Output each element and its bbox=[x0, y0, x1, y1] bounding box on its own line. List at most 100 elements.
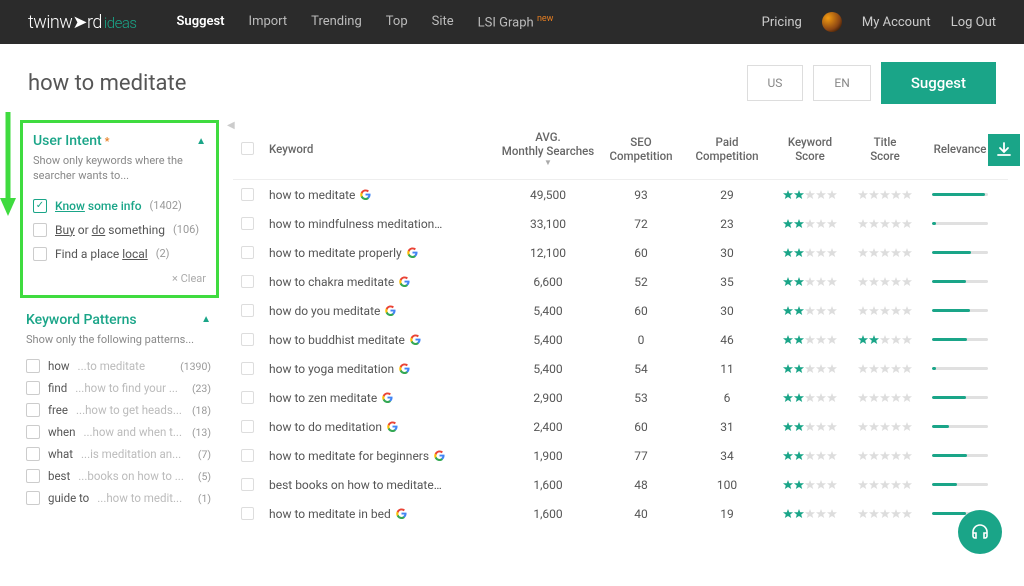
paid-cell: 19 bbox=[684, 507, 770, 521]
support-fab[interactable] bbox=[958, 510, 1002, 554]
nav-import[interactable]: Import bbox=[249, 14, 288, 30]
relevance-cell bbox=[920, 367, 1000, 370]
seo-cell: 60 bbox=[598, 246, 684, 260]
keyword-score-cell bbox=[770, 248, 850, 258]
checkbox[interactable]: ✓ bbox=[33, 199, 47, 213]
pattern-filter-item[interactable]: find ...how to find your ...(23) bbox=[26, 377, 211, 399]
title-score-cell bbox=[850, 509, 920, 519]
col-seo-competition[interactable]: SEOCompetition bbox=[598, 135, 684, 163]
row-checkbox[interactable] bbox=[241, 507, 254, 520]
checkbox[interactable] bbox=[26, 403, 40, 417]
row-checkbox[interactable] bbox=[241, 246, 254, 259]
row-checkbox[interactable] bbox=[241, 449, 254, 462]
checkbox[interactable] bbox=[26, 425, 40, 439]
table-row[interactable]: how to chakra meditate 6,600 52 35 bbox=[233, 267, 1008, 296]
row-checkbox[interactable] bbox=[241, 275, 254, 288]
nav-site[interactable]: Site bbox=[432, 14, 454, 30]
table-row[interactable]: how do you meditate 5,400 60 30 bbox=[233, 296, 1008, 325]
table-row[interactable]: how to do meditation 2,400 60 31 bbox=[233, 412, 1008, 441]
nav-my-account[interactable]: My Account bbox=[862, 15, 931, 30]
user-intent-title[interactable]: User Intent* ▲ bbox=[33, 133, 206, 149]
checkbox[interactable] bbox=[33, 247, 47, 261]
intent-filter-item[interactable]: Buy or do something (106) bbox=[33, 218, 206, 242]
paid-cell: 30 bbox=[684, 304, 770, 318]
row-checkbox[interactable] bbox=[241, 304, 254, 317]
paid-cell: 35 bbox=[684, 275, 770, 289]
col-keyword[interactable]: Keyword bbox=[269, 142, 498, 156]
seo-cell: 72 bbox=[598, 217, 684, 231]
pattern-filter-item[interactable]: how ...to meditate(1390) bbox=[26, 355, 211, 377]
title-score-cell bbox=[850, 364, 920, 374]
title-score-cell bbox=[850, 480, 920, 490]
avg-cell: 12,100 bbox=[498, 246, 598, 260]
checkbox[interactable] bbox=[26, 469, 40, 483]
nav-suggest[interactable]: Suggest bbox=[177, 14, 225, 30]
avg-cell: 1,600 bbox=[498, 507, 598, 521]
avg-cell: 33,100 bbox=[498, 217, 598, 231]
intent-filter-item[interactable]: ✓Know some info (1402) bbox=[33, 194, 206, 218]
resize-handle-icon[interactable]: ◀ bbox=[227, 120, 235, 131]
avg-cell: 2,900 bbox=[498, 391, 598, 405]
relevance-cell bbox=[920, 454, 1000, 457]
seo-cell: 77 bbox=[598, 449, 684, 463]
logo[interactable]: twinw➤rdideas bbox=[28, 12, 137, 33]
title-score-cell bbox=[850, 190, 920, 200]
title-score-cell bbox=[850, 335, 920, 345]
search-input[interactable] bbox=[28, 71, 737, 96]
table-row[interactable]: how to meditate 49,500 93 29 bbox=[233, 180, 1008, 209]
region-select[interactable]: US bbox=[747, 65, 804, 101]
clear-filter-link[interactable]: × Clear bbox=[33, 272, 206, 285]
paid-cell: 31 bbox=[684, 420, 770, 434]
checkbox[interactable] bbox=[26, 359, 40, 373]
nav-logout[interactable]: Log Out bbox=[951, 15, 996, 30]
table-row[interactable]: how to buddhist meditate 5,400 0 46 bbox=[233, 325, 1008, 354]
col-avg-searches[interactable]: AVG.Monthly Searches▼ bbox=[498, 130, 598, 167]
language-select[interactable]: EN bbox=[813, 65, 870, 101]
table-row[interactable]: how to meditate in bed 1,600 40 19 bbox=[233, 499, 1008, 528]
pattern-filter-item[interactable]: free ...how to get heads...(18) bbox=[26, 399, 211, 421]
nav-lsi-graph[interactable]: LSI Graph new bbox=[478, 14, 554, 30]
row-checkbox[interactable] bbox=[241, 333, 254, 346]
keyword-cell: how to meditate for beginners bbox=[269, 449, 498, 463]
pattern-filter-item[interactable]: guide to ...how to medit...(1) bbox=[26, 487, 211, 509]
checkbox[interactable] bbox=[26, 447, 40, 461]
row-checkbox[interactable] bbox=[241, 478, 254, 491]
keyword-cell: how to meditate in bed bbox=[269, 507, 498, 521]
nav-trending[interactable]: Trending bbox=[311, 14, 362, 30]
keyword-patterns-title[interactable]: Keyword Patterns ▲ bbox=[26, 312, 211, 328]
table-row[interactable]: how to yoga meditation 5,400 54 11 bbox=[233, 354, 1008, 383]
avatar[interactable] bbox=[822, 12, 842, 32]
row-checkbox[interactable] bbox=[241, 217, 254, 230]
row-checkbox[interactable] bbox=[241, 188, 254, 201]
paid-cell: 6 bbox=[684, 391, 770, 405]
table-header-row: Keyword AVG.Monthly Searches▼ SEOCompeti… bbox=[233, 118, 1008, 180]
pattern-filter-item[interactable]: best ...books on how to ...(5) bbox=[26, 465, 211, 487]
pattern-filter-item[interactable]: when ...how and when t...(13) bbox=[26, 421, 211, 443]
table-row[interactable]: best books on how to meditate… 1,600 48 … bbox=[233, 470, 1008, 499]
col-paid-competition[interactable]: PaidCompetition bbox=[684, 135, 770, 163]
nav-pricing[interactable]: Pricing bbox=[762, 15, 802, 30]
checkbox[interactable] bbox=[26, 381, 40, 395]
keyword-score-cell bbox=[770, 190, 850, 200]
col-keyword-score[interactable]: KeywordScore bbox=[770, 135, 850, 163]
keyword-cell: best books on how to meditate… bbox=[269, 478, 498, 492]
keyword-cell: how to zen meditate bbox=[269, 391, 498, 405]
col-title-score[interactable]: TitleScore bbox=[850, 135, 920, 163]
checkbox[interactable] bbox=[33, 223, 47, 237]
intent-filter-item[interactable]: Find a place local (2) bbox=[33, 242, 206, 266]
pattern-filter-item[interactable]: what ...is meditation an...(7) bbox=[26, 443, 211, 465]
download-button[interactable] bbox=[988, 134, 1020, 166]
row-checkbox[interactable] bbox=[241, 420, 254, 433]
table-row[interactable]: how to zen meditate 2,900 53 6 bbox=[233, 383, 1008, 412]
row-checkbox[interactable] bbox=[241, 362, 254, 375]
suggest-button[interactable]: Suggest bbox=[881, 62, 996, 104]
nav-top[interactable]: Top bbox=[386, 14, 408, 30]
table-row[interactable]: how to mindfulness meditation… 33,100 72… bbox=[233, 209, 1008, 238]
title-score-cell bbox=[850, 219, 920, 229]
checkbox[interactable] bbox=[26, 491, 40, 505]
row-checkbox[interactable] bbox=[241, 391, 254, 404]
table-row[interactable]: how to meditate for beginners 1,900 77 3… bbox=[233, 441, 1008, 470]
keyword-cell: how do you meditate bbox=[269, 304, 498, 318]
select-all-checkbox[interactable] bbox=[241, 142, 254, 155]
table-row[interactable]: how to meditate properly 12,100 60 30 bbox=[233, 238, 1008, 267]
